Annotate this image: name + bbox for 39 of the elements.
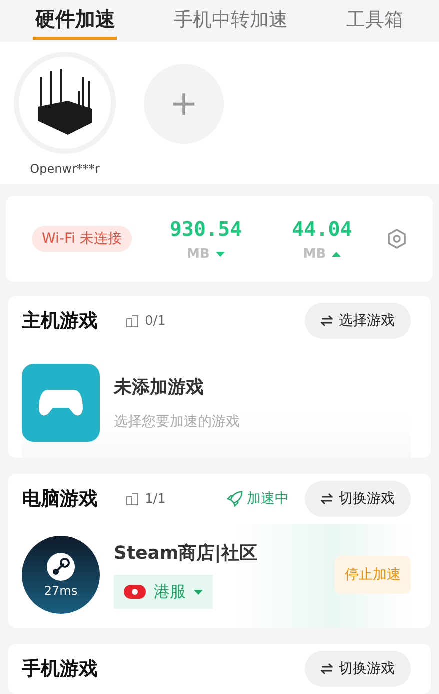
down-arrow-icon bbox=[216, 252, 225, 256]
device-count-icon bbox=[126, 492, 139, 506]
section-title: 手机游戏 bbox=[22, 657, 98, 682]
download-value: 930.54 bbox=[170, 216, 242, 240]
download-unit: MB bbox=[187, 246, 210, 262]
latency-text: 27ms bbox=[44, 584, 78, 598]
game-name: Steam商店|社区 bbox=[114, 542, 258, 565]
upload-unit: MB bbox=[303, 246, 326, 262]
flag-icon bbox=[124, 585, 146, 599]
gamepad-icon bbox=[38, 388, 84, 418]
tab[interactable]: 工具箱 bbox=[344, 2, 406, 40]
game-count: 1/1 bbox=[145, 492, 166, 506]
swap-icon bbox=[321, 493, 333, 505]
switch-game-button[interactable]: 切换游戏 bbox=[305, 651, 411, 687]
swap-icon bbox=[321, 663, 333, 675]
accelerating-status: 加速中 bbox=[247, 490, 289, 508]
region-selector[interactable]: 港服 bbox=[114, 575, 213, 609]
caret-icon bbox=[194, 590, 203, 594]
game-hint: 选择您要加速的游戏 bbox=[114, 413, 241, 431]
steam-logo-icon bbox=[46, 552, 76, 582]
stop-acceleration-button[interactable]: 停止加速 bbox=[335, 556, 411, 594]
wifi-status: Wi-Fi 未连接 bbox=[32, 226, 132, 252]
up-arrow-icon bbox=[332, 252, 342, 256]
tab[interactable]: 手机中转加速 bbox=[172, 2, 290, 40]
add-device-button[interactable]: + bbox=[144, 64, 224, 144]
game-count: 0/1 bbox=[145, 314, 166, 328]
device-name: Openwr***r bbox=[30, 162, 100, 176]
router-icon bbox=[36, 69, 94, 137]
section-title: 电脑游戏 bbox=[22, 487, 98, 512]
switch-game-button[interactable]: 选择游戏 bbox=[305, 303, 411, 339]
upload-value: 44.04 bbox=[292, 216, 352, 240]
switch-game-button[interactable]: 切换游戏 bbox=[305, 481, 411, 517]
rocket-icon bbox=[227, 491, 243, 507]
router-avatar[interactable] bbox=[14, 52, 116, 154]
swap-icon bbox=[321, 315, 333, 327]
device-count-icon bbox=[126, 314, 139, 328]
game-name: 未添加游戏 bbox=[114, 376, 205, 399]
section-title: 主机游戏 bbox=[22, 309, 98, 334]
settings-icon[interactable] bbox=[387, 229, 407, 249]
